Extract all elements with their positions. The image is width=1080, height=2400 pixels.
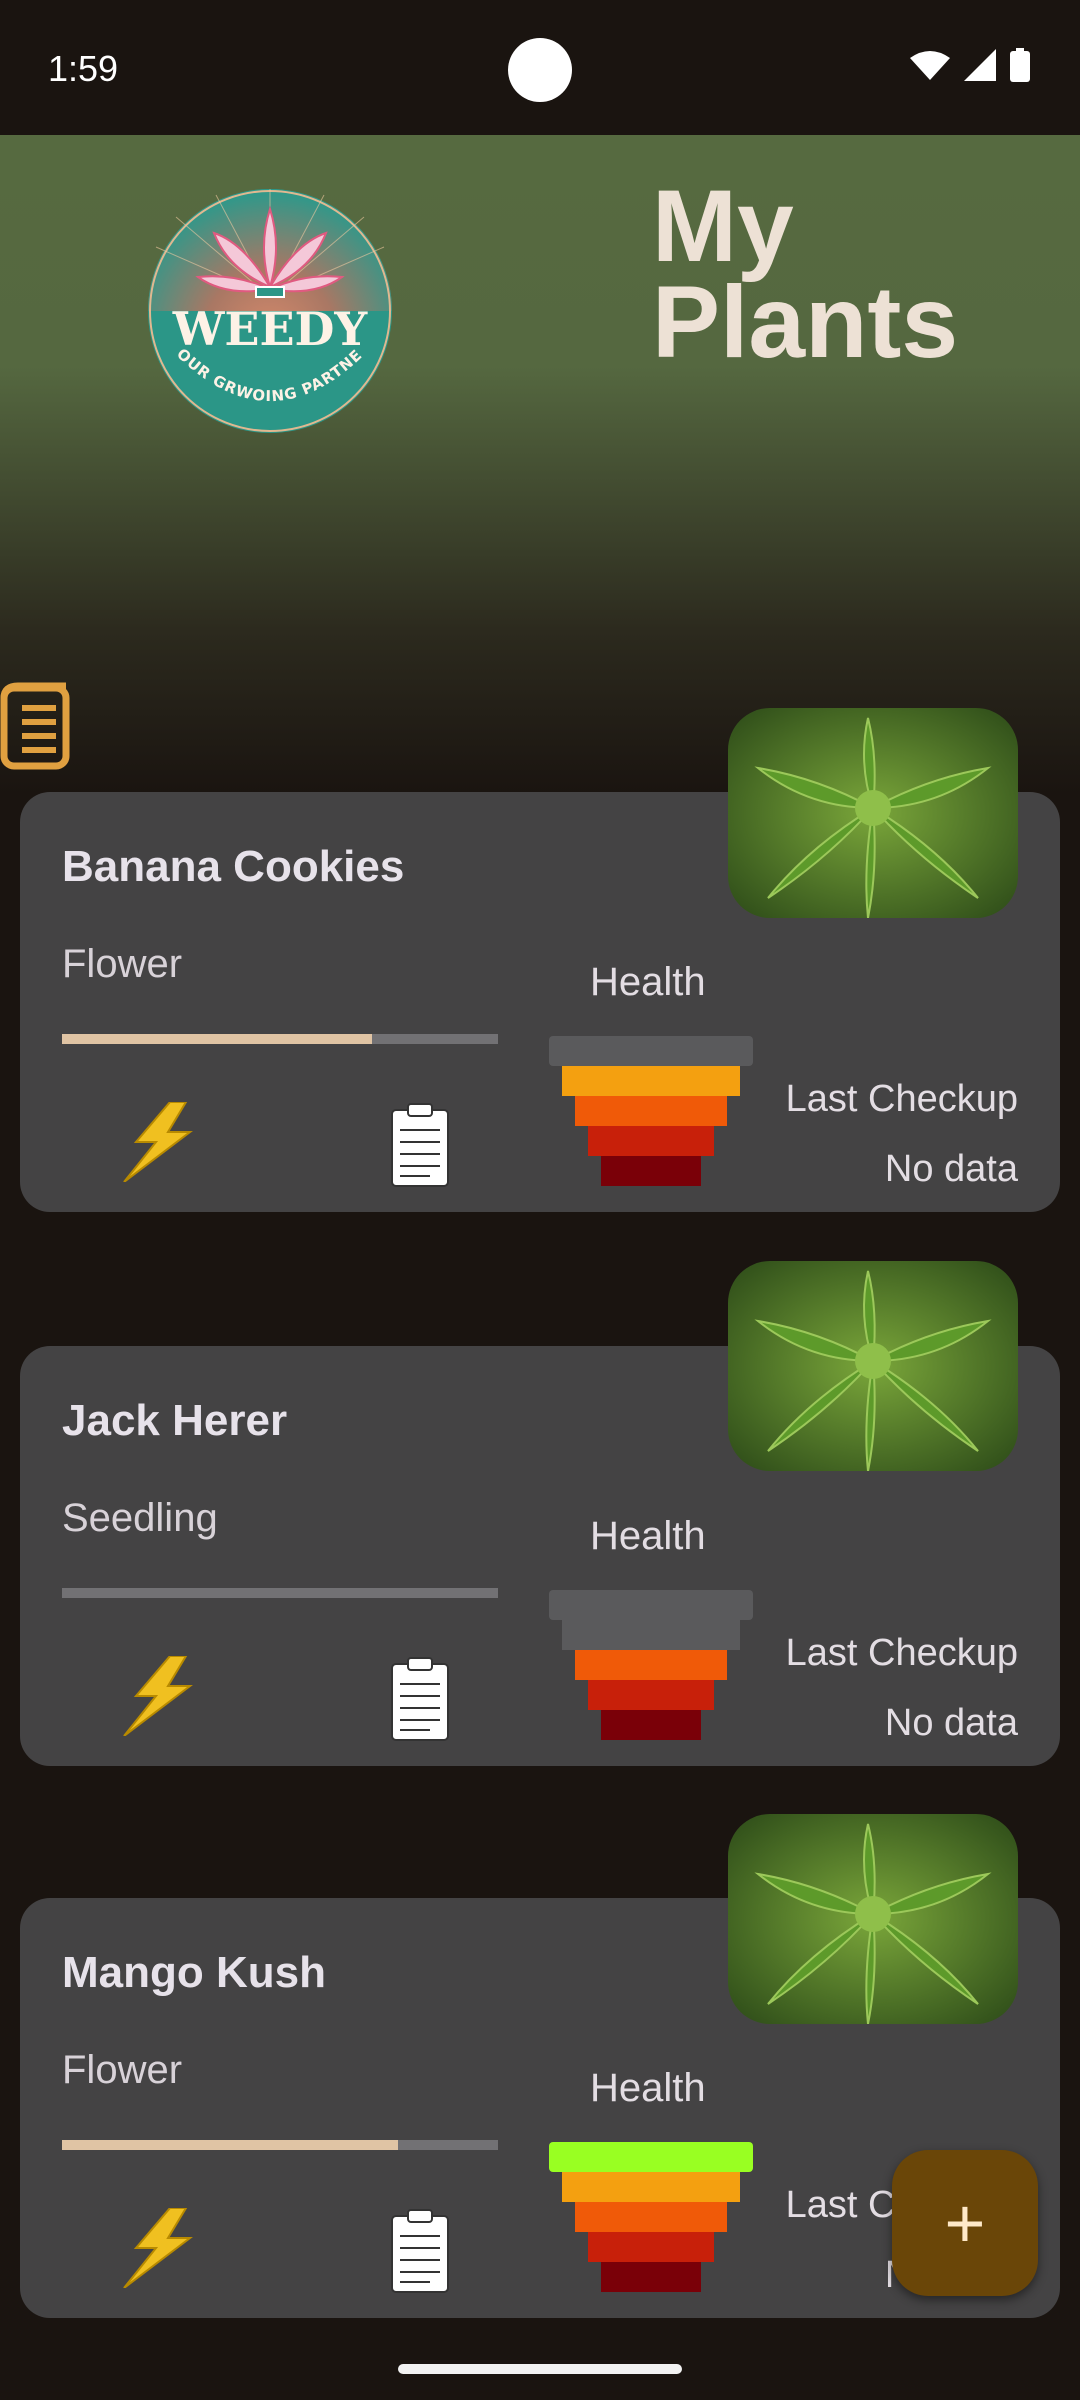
health-label: Health <box>590 2066 706 2110</box>
stage-progress-bar <box>62 1588 498 1598</box>
health-tier <box>562 1620 740 1650</box>
lightning-icon[interactable] <box>120 2208 194 2288</box>
last-checkup-label: Last Checkup <box>785 1632 1018 1674</box>
cannabis-leaf-image <box>728 1261 1018 1471</box>
last-checkup-value: No data <box>884 1148 1018 1190</box>
page-title: My Plants <box>652 169 959 379</box>
plant-photo <box>728 708 1018 918</box>
last-checkup-value: No data <box>884 1702 1018 1744</box>
clipboard-icon[interactable] <box>390 1102 450 1188</box>
plant-name: Mango Kush <box>62 1948 326 1997</box>
plant-name: Jack Herer <box>62 1396 288 1445</box>
health-label: Health <box>590 960 706 1004</box>
signal-icon <box>964 49 996 81</box>
health-tier <box>575 1650 727 1680</box>
camera-cutout <box>508 38 572 102</box>
health-tier <box>575 2202 727 2232</box>
health-tier <box>575 1096 727 1126</box>
status-time: 1:59 <box>48 48 119 89</box>
stage-progress-bar <box>62 2140 498 2150</box>
health-tier <box>549 2142 753 2172</box>
stage-progress-fill <box>62 1034 372 1044</box>
add-plant-button[interactable]: + <box>892 2150 1038 2296</box>
status-bar: 1:59 <box>0 0 1080 135</box>
cannabis-leaf-image <box>728 1814 1018 2024</box>
stage-progress-bar <box>62 1034 498 1044</box>
weedy-logo: WEEDY YOUR GRWOING PARTNER <box>146 187 392 433</box>
clipboard-icon[interactable] <box>390 2208 450 2294</box>
clipboard-icon[interactable] <box>390 1656 450 1742</box>
health-pyramid <box>549 1590 753 1740</box>
last-checkup-label: Last Checkup <box>785 1078 1018 1120</box>
growth-stage: Flower <box>62 942 183 986</box>
health-tier <box>588 1126 714 1156</box>
book-icon[interactable] <box>0 680 72 772</box>
growth-stage: Flower <box>62 2048 183 2092</box>
health-tier <box>562 2172 740 2202</box>
health-tier <box>588 1680 714 1710</box>
health-tier <box>588 2232 714 2262</box>
battery-icon <box>1010 48 1030 82</box>
health-pyramid <box>549 1036 753 1186</box>
plant-photo <box>728 1814 1018 2024</box>
home-indicator[interactable] <box>398 2364 682 2374</box>
health-tier <box>549 1590 753 1620</box>
lightning-icon[interactable] <box>120 1102 194 1182</box>
health-tier <box>601 1156 701 1186</box>
wifi-icon <box>910 51 950 80</box>
logo-name: WEEDY <box>172 302 369 356</box>
status-icons <box>910 48 1030 82</box>
growth-stage: Seedling <box>62 1496 218 1540</box>
health-tier <box>562 1066 740 1096</box>
plant-photo <box>728 1261 1018 1471</box>
health-tier <box>601 2262 701 2292</box>
health-label: Health <box>590 1514 706 1558</box>
health-tier <box>549 1036 753 1066</box>
stage-progress-fill <box>62 2140 398 2150</box>
cannabis-leaf-image <box>728 708 1018 918</box>
plant-name: Banana Cookies <box>62 842 405 891</box>
health-pyramid <box>549 2142 753 2292</box>
lightning-icon[interactable] <box>120 1656 194 1736</box>
health-tier <box>601 1710 701 1740</box>
